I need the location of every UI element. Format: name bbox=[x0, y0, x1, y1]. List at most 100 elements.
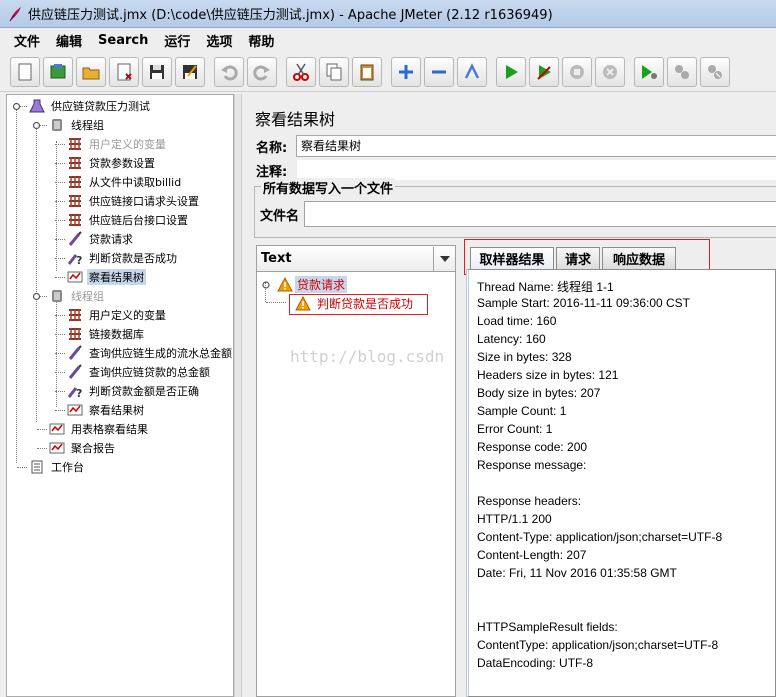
undo-icon bbox=[221, 65, 238, 80]
menu-item-3[interactable]: 运行 bbox=[156, 31, 198, 50]
tree-item[interactable]: ? 判断贷款是否成功 bbox=[67, 249, 179, 267]
svg-text:?: ? bbox=[76, 254, 82, 266]
remote-shutdown-button[interactable] bbox=[700, 56, 730, 87]
tree-item[interactable]: 线程组 bbox=[49, 116, 106, 134]
tree-item-label: 查询供应链贷款的总金额 bbox=[89, 366, 210, 379]
tree-item-label: 线程组 bbox=[71, 119, 104, 132]
start-button[interactable] bbox=[496, 56, 526, 87]
tree-item[interactable]: 贷款参数设置 bbox=[67, 154, 157, 172]
jmeter-feather-icon bbox=[9, 6, 21, 21]
config-element-icon bbox=[69, 328, 81, 340]
tree-item-label: 查询供应链生成的流水总金额 bbox=[89, 347, 232, 360]
result-line: Headers size in bytes: 121 bbox=[477, 368, 619, 382]
tree-item[interactable]: 查询供应链贷款的总金额 bbox=[67, 363, 212, 381]
menu-item-1[interactable]: 编辑 bbox=[48, 31, 90, 50]
tree-item-label: 供应链贷款压力测试 bbox=[51, 100, 150, 113]
result-line: Latency: 160 bbox=[477, 332, 546, 346]
tree-item[interactable]: ? 判断贷款金额是否正确 bbox=[67, 382, 201, 400]
menu-item-2[interactable]: Search bbox=[90, 33, 156, 48]
result-line: DataEncoding: UTF-8 bbox=[477, 656, 594, 670]
tree-item[interactable]: 供应链贷款压力测试 bbox=[29, 97, 152, 115]
tree-item[interactable]: 贷款请求 bbox=[67, 230, 135, 248]
stop-button[interactable] bbox=[562, 56, 592, 87]
tree-item-label: 供应链接口请求头设置 bbox=[89, 195, 199, 208]
shutdown-button[interactable] bbox=[595, 56, 625, 87]
test-plan-tree[interactable]: 供应链贷款压力测试 线程组 用户定义的变量 贷款参数设置 从文件中读取billid 供应链… bbox=[6, 94, 234, 697]
tree-toggle-icon[interactable] bbox=[12, 102, 21, 111]
start-icon bbox=[506, 64, 518, 79]
tree-item[interactable]: 聚合报告 bbox=[49, 439, 117, 457]
expand-button[interactable] bbox=[391, 56, 421, 87]
menu-item-4[interactable]: 选项 bbox=[198, 31, 240, 50]
tree-item[interactable]: 工作台 bbox=[29, 458, 86, 476]
listener-icon bbox=[49, 423, 65, 435]
tree-toggle-icon[interactable] bbox=[32, 121, 41, 130]
result-tabs-area: 取样器结果 请求 响应数据 Thread Name: 线程组 1-1 Sample… bbox=[464, 239, 776, 697]
view-results-tree-panel: 察看结果树 名称: 察看结果树 注释: 所有数据写入一个文件 文件名 Text bbox=[244, 94, 776, 697]
tree-toggle-icon[interactable] bbox=[261, 280, 271, 290]
remote-start-button[interactable] bbox=[634, 56, 664, 87]
menu-item-5[interactable]: 帮助 bbox=[240, 31, 282, 50]
result-sample-node[interactable]: 贷款请求 bbox=[261, 276, 348, 293]
renderer-select[interactable]: Text bbox=[257, 246, 455, 272]
result-tree[interactable]: Text 贷款请求 判断贷款是否成功 bbox=[256, 245, 456, 697]
start-no-pause-button[interactable] bbox=[529, 56, 559, 87]
listener-icon bbox=[49, 442, 65, 454]
tree-item[interactable]: 供应链后台接口设置 bbox=[67, 211, 190, 229]
result-line: HTTP/1.1 200 bbox=[477, 512, 552, 526]
undo-button[interactable] bbox=[214, 56, 244, 87]
paste-button[interactable] bbox=[352, 56, 382, 87]
tree-item-label: 用户定义的变量 bbox=[89, 309, 166, 322]
listener-icon bbox=[67, 271, 83, 283]
workbench-icon bbox=[31, 460, 43, 474]
tree-toggle-icon[interactable] bbox=[32, 292, 41, 301]
result-line: Thread Name: 线程组 1-1 bbox=[477, 280, 614, 294]
save-button[interactable] bbox=[142, 56, 172, 87]
assertion-icon: ? bbox=[67, 254, 82, 266]
cut-button[interactable] bbox=[286, 56, 316, 87]
sampler-result-text[interactable]: Thread Name: 线程组 1-1 Sample Start: 2016-1… bbox=[466, 269, 776, 697]
tree-item[interactable]: 链接数据库 bbox=[67, 325, 146, 343]
chevron-down-icon[interactable] bbox=[433, 246, 455, 271]
watermark: http://blog.csdn bbox=[290, 347, 445, 366]
save-icon bbox=[150, 64, 164, 79]
tree-item[interactable]: 线程组 bbox=[49, 287, 106, 305]
result-line: Sample Count: 1 bbox=[477, 404, 567, 418]
toggle-button[interactable] bbox=[457, 56, 487, 87]
cut-icon bbox=[293, 63, 309, 81]
tree-item[interactable]: 查询供应链生成的流水总金额 bbox=[67, 344, 233, 362]
tree-item[interactable]: 察看结果树 bbox=[67, 268, 146, 286]
redo-button[interactable] bbox=[247, 56, 277, 87]
result-line: Content-Length: 207 bbox=[477, 548, 587, 562]
tree-item-label: 判断贷款金额是否正确 bbox=[89, 385, 199, 398]
toggle-icon bbox=[464, 62, 480, 79]
save-as-button[interactable] bbox=[175, 56, 205, 87]
tree-item[interactable]: 察看结果树 bbox=[67, 401, 146, 419]
thread-group-icon bbox=[52, 119, 62, 131]
tree-item[interactable]: 从文件中读取billid bbox=[67, 173, 183, 191]
tree-item-label: 察看结果树 bbox=[87, 269, 146, 285]
templates-button[interactable] bbox=[43, 56, 73, 87]
tree-item[interactable]: 用户定义的变量 bbox=[67, 135, 168, 153]
redo-icon bbox=[253, 65, 270, 80]
menu-item-0[interactable]: 文件 bbox=[6, 31, 48, 50]
config-element-icon bbox=[69, 214, 81, 226]
collapse-button[interactable] bbox=[424, 56, 454, 87]
open-button[interactable] bbox=[76, 56, 106, 87]
panel-splitter[interactable] bbox=[234, 94, 242, 697]
title-bar: 供应链压力测试.jmx (D:\code\供应链压力测试.jmx) - Apac… bbox=[0, 0, 776, 28]
close-file-button[interactable] bbox=[109, 56, 139, 87]
remote-stop-button[interactable] bbox=[667, 56, 697, 87]
tree-item[interactable]: 用表格察看结果 bbox=[49, 420, 150, 438]
test-plan-icon bbox=[29, 99, 45, 113]
result-line: Date: Fri, 11 Nov 2016 01:35:58 GMT bbox=[477, 566, 677, 580]
name-input[interactable]: 察看结果树 bbox=[296, 135, 776, 157]
tree-item-label: 聚合报告 bbox=[71, 442, 115, 455]
result-line: Load time: 160 bbox=[477, 314, 557, 328]
tree-item-label: 判断贷款是否成功 bbox=[89, 252, 177, 265]
copy-button[interactable] bbox=[319, 56, 349, 87]
new-button[interactable] bbox=[10, 56, 40, 87]
tree-item[interactable]: 供应链接口请求头设置 bbox=[67, 192, 201, 210]
tree-item[interactable]: 用户定义的变量 bbox=[67, 306, 168, 324]
filename-input[interactable] bbox=[304, 201, 776, 227]
